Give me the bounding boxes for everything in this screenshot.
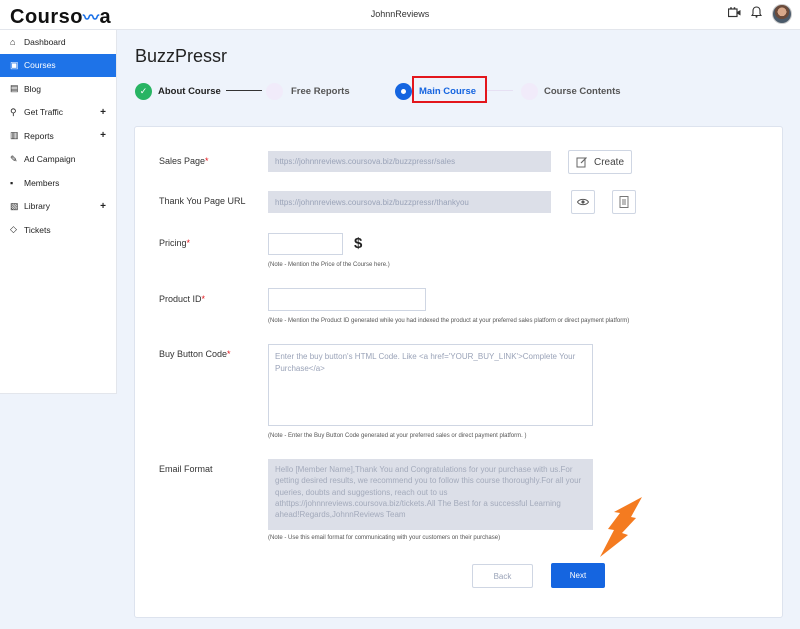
main-course-form: Sales Page* https://johnnreviews.coursov… [134, 126, 783, 618]
sidebar-item-label: Tickets [24, 224, 51, 235]
product-id-note: (Note - Mention the Product ID generated… [268, 318, 630, 324]
step-connector [226, 90, 262, 91]
step-connector [487, 90, 513, 91]
top-bar: Courso〰a JohnnReviews [0, 0, 800, 30]
product-id-label: Product ID* [159, 294, 206, 304]
email-format-textarea[interactable]: Hello [Member Name],Thank You and Congra… [268, 459, 593, 530]
members-icon: ▪ [10, 177, 14, 188]
sidebar-item-ad-campaign[interactable]: ✎ Ad Campaign [0, 148, 116, 172]
next-button[interactable]: Next [551, 563, 605, 588]
expand-icon[interactable]: + [100, 130, 106, 141]
blog-icon: ▤ [10, 83, 19, 94]
buy-button-note: (Note - Enter the Buy Button Code genera… [268, 433, 527, 439]
check-icon: ✓ [135, 82, 152, 100]
video-icon[interactable] [727, 4, 741, 24]
step-label: Free Reports [291, 85, 350, 97]
sidebar-item-label: Members [24, 177, 60, 188]
top-icons [727, 4, 792, 24]
preview-button[interactable] [571, 190, 595, 214]
step-circle-icon [266, 82, 283, 100]
bell-icon[interactable] [750, 4, 763, 24]
email-format-note: (Note - Use this email format for commun… [268, 535, 501, 541]
step-course-contents[interactable]: Course Contents [521, 80, 621, 102]
step-label: About Course [158, 85, 221, 97]
sidebar-item-tickets[interactable]: ◇ Tickets [0, 218, 116, 242]
step-free-reports[interactable]: Free Reports [266, 80, 350, 102]
sidebar-item-label: Get Traffic [24, 107, 64, 118]
thank-you-label: Thank You Page URL [159, 196, 246, 206]
pointer-arrow-icon [600, 497, 642, 557]
library-icon: ▧ [10, 200, 19, 211]
sidebar-item-courses[interactable]: ▣ Courses [0, 53, 116, 77]
buy-button-textarea[interactable]: Enter the buy button's HTML Code. Like <… [268, 344, 593, 426]
sidebar-item-label: Blog [24, 83, 42, 94]
eye-icon [577, 198, 589, 206]
sidebar-item-library[interactable]: ▧ Library + [0, 195, 116, 219]
copy-button[interactable] [612, 190, 636, 214]
email-format-label: Email Format [159, 464, 213, 474]
step-circle-icon [521, 82, 538, 100]
thank-you-input[interactable]: https://johnnreviews.coursova.biz/buzzpr… [268, 191, 551, 213]
page-title: BuzzPressr [135, 46, 228, 66]
home-icon: ⌂ [10, 36, 16, 47]
buy-button-label: Buy Button Code* [159, 349, 231, 359]
sidebar-item-label: Dashboard [24, 36, 66, 47]
pricing-note: (Note - Mention the Price of the Course … [268, 262, 390, 268]
step-about-course[interactable]: ✓ About Course [135, 80, 221, 102]
sales-page-label: Sales Page* [159, 156, 209, 166]
current-step-icon [395, 82, 412, 100]
reports-icon: ▥ [10, 130, 19, 141]
currency-symbol: $ [354, 235, 363, 252]
sales-page-input[interactable]: https://johnnreviews.coursova.biz/buzzpr… [268, 151, 551, 172]
sidebar-item-label: Courses [24, 60, 56, 71]
sidebar: ⌂ Dashboard ▣ Courses ▤ Blog ⚲ Get Traffic + ▥ Rep… [0, 30, 117, 394]
traffic-icon: ⚲ [10, 106, 17, 117]
pricing-label: Pricing* [159, 238, 191, 248]
megaphone-icon: ✎ [10, 153, 18, 164]
sidebar-item-label: Reports [24, 130, 54, 141]
highlight-box [412, 76, 487, 103]
ticket-icon: ◇ [10, 224, 17, 235]
avatar[interactable] [772, 4, 792, 24]
pricing-input[interactable] [268, 233, 343, 255]
courses-icon: ▣ [10, 59, 19, 70]
document-icon [619, 196, 629, 208]
sidebar-item-label: Library [24, 201, 50, 212]
sidebar-item-get-traffic[interactable]: ⚲ Get Traffic + [0, 101, 116, 125]
sidebar-item-blog[interactable]: ▤ Blog [0, 77, 116, 101]
account-name: JohnnReviews [370, 9, 430, 19]
product-id-input[interactable] [268, 288, 426, 311]
sidebar-item-dashboard[interactable]: ⌂ Dashboard [0, 30, 116, 54]
expand-icon[interactable]: + [100, 107, 106, 118]
sidebar-item-reports[interactable]: ▥ Reports + [0, 124, 116, 148]
expand-icon[interactable]: + [100, 201, 106, 212]
back-button[interactable]: Back [472, 564, 533, 588]
stepper: ✓ About Course Free Reports Main Course … [135, 80, 655, 102]
sidebar-item-members[interactable]: ▪ Members [0, 171, 116, 195]
create-button[interactable]: Create [568, 150, 632, 174]
edit-icon [576, 157, 587, 168]
sidebar-item-label: Ad Campaign [24, 154, 76, 165]
step-label: Course Contents [544, 85, 621, 97]
create-label: Create [593, 156, 624, 168]
